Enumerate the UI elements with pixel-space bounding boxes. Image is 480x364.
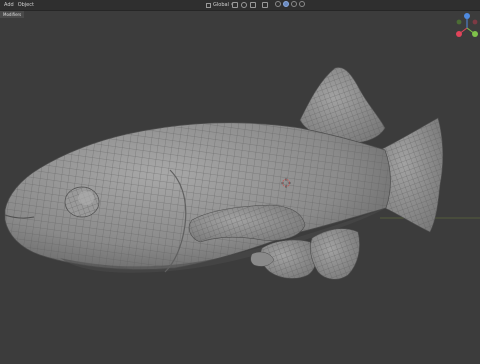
material-shading-icon[interactable]	[291, 1, 297, 7]
3d-viewport[interactable]	[0, 10, 480, 360]
menu-add[interactable]: Add	[4, 2, 14, 8]
gizmo-y-icon	[472, 31, 478, 37]
proportional-edit-icon[interactable]	[250, 2, 256, 8]
orientation-label: Global	[213, 2, 229, 8]
gizmo-neg-x-icon	[472, 19, 478, 25]
gizmo-x-icon	[456, 31, 462, 37]
navigation-gizmo[interactable]	[455, 12, 479, 42]
overlay-icon[interactable]	[262, 2, 268, 8]
pivot-icon[interactable]	[232, 2, 238, 8]
menu-bar: Add Object	[0, 0, 34, 10]
menu-object[interactable]: Object	[18, 2, 34, 8]
transform-orientation-dropdown[interactable]: Global ▾	[206, 1, 233, 9]
wireframe-shading-icon[interactable]	[275, 1, 281, 7]
fish-model	[4, 67, 480, 280]
gizmo-neg-y-icon	[456, 19, 462, 25]
gizmo-z-icon	[464, 13, 470, 19]
rendered-shading-icon[interactable]	[299, 1, 305, 7]
shading-switcher	[275, 1, 305, 9]
3d-cursor-icon	[281, 178, 291, 188]
snap-icon[interactable]	[241, 2, 247, 8]
orientation-icon	[206, 2, 211, 8]
solid-shading-icon[interactable]	[283, 1, 289, 7]
modifiers-tab[interactable]: Modifiers	[0, 11, 25, 18]
viewport-header	[0, 0, 480, 11]
